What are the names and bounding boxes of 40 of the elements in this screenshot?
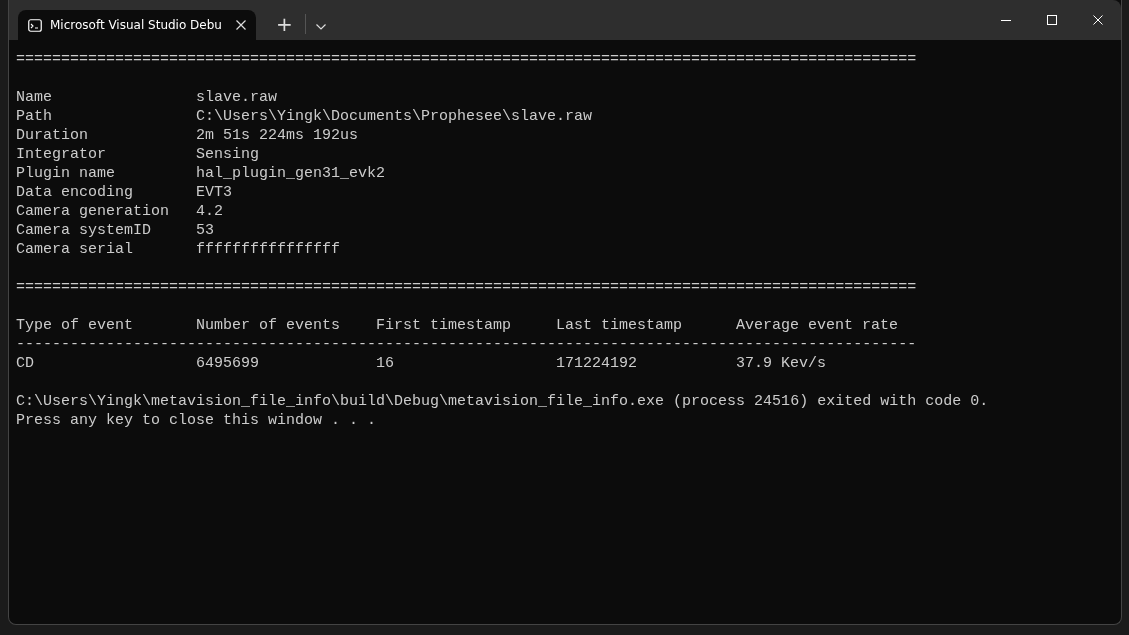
info-label: Camera generation xyxy=(16,202,170,221)
table-cell: CD xyxy=(16,354,34,373)
new-tab-button[interactable]: + xyxy=(270,12,299,36)
maximize-icon xyxy=(1047,15,1057,25)
table-cell: 16 xyxy=(376,354,395,373)
info-label: Integrator xyxy=(16,145,106,164)
info-label: Camera serial xyxy=(16,240,134,259)
info-label: Camera systemID xyxy=(16,221,152,240)
table-cell: 171224192 xyxy=(556,354,638,373)
info-value: slave.raw xyxy=(196,88,278,107)
terminal-tab[interactable]: Microsoft Visual Studio Debu xyxy=(18,10,256,40)
info-value: 53 xyxy=(196,221,215,240)
info-value: 2m 51s 224ms 192us xyxy=(196,126,359,145)
separator-line: ==================================================================================================== xyxy=(16,278,917,297)
column-header: Average event rate xyxy=(736,316,899,335)
console-output-line: C:\Users\Yingk\metavision_file_info\build\Debug\metavision_file_info.exe (process 24516) exited with code 0. xyxy=(16,392,989,411)
info-value: Sensing xyxy=(196,145,260,164)
info-label: Plugin name xyxy=(16,164,116,183)
terminal-icon xyxy=(28,18,42,32)
close-icon xyxy=(236,20,246,30)
close-icon xyxy=(1093,15,1103,25)
column-header: Last timestamp xyxy=(556,316,683,335)
info-value: 4.2 xyxy=(196,202,224,221)
table-rule: ---------------------------------------------------------------------------------------------------- xyxy=(16,335,917,354)
info-label: Name xyxy=(16,88,52,107)
table-cell: 6495699 xyxy=(196,354,260,373)
info-value: EVT3 xyxy=(196,183,233,202)
column-header: Number of events xyxy=(196,316,341,335)
info-value: ffffffffffffffff xyxy=(196,240,341,259)
info-label: Path xyxy=(16,107,52,126)
info-value: C:\Users\Yingk\Documents\Prophesee\slave.raw xyxy=(196,107,593,126)
console-output-line: Press any key to close this window . . . xyxy=(16,411,377,430)
column-header: First timestamp xyxy=(376,316,512,335)
chevron-down-icon xyxy=(315,24,326,30)
column-header: Type of event xyxy=(16,316,134,335)
separator-line: ==================================================================================================== xyxy=(16,50,917,69)
info-value: hal_plugin_gen31_evk2 xyxy=(196,164,386,183)
info-label: Data encoding xyxy=(16,183,134,202)
table-cell: 37.9 Kev/s xyxy=(736,354,827,373)
info-label: Duration xyxy=(16,126,88,145)
